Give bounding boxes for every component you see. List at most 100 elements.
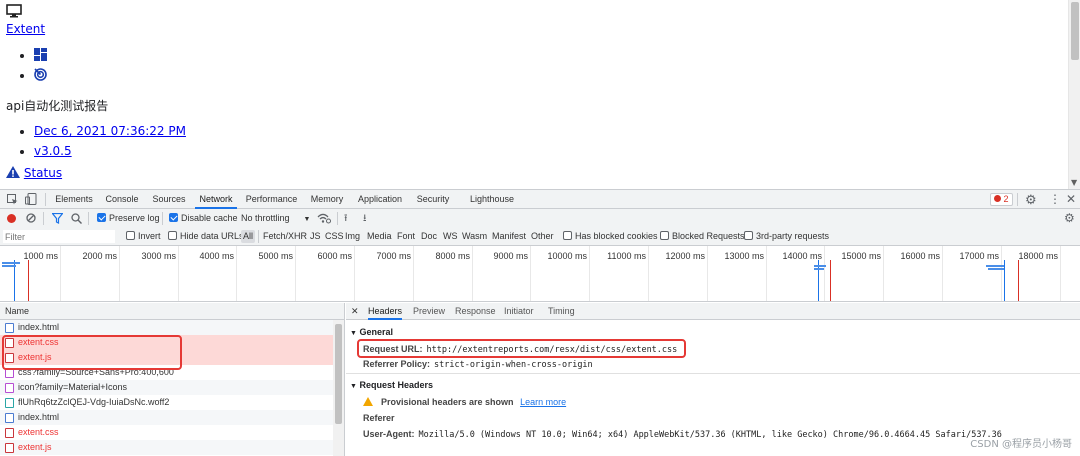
page-scroll-thumb[interactable] (1071, 2, 1079, 60)
page-scrollbar[interactable]: ▼ (1068, 0, 1080, 189)
tab-elements[interactable]: Elements (52, 190, 96, 209)
user-agent-value[interactable]: Mozilla/5.0 (Windows NT 10.0; Win64; x64… (419, 430, 1002, 440)
request-row[interactable]: icon?family=Material+Icons (0, 380, 344, 395)
details-tab-response[interactable]: Response (455, 303, 496, 320)
network-conditions-icon[interactable] (317, 213, 331, 224)
request-row[interactable]: flUhRq6tzZclQEJ-Vdg-IuiaDsNc.woff2 (0, 395, 344, 410)
search-icon[interactable] (71, 213, 82, 224)
request-url-value[interactable]: http://extentreports.com/resx/dist/css/e… (427, 345, 678, 355)
font-file-icon (5, 398, 14, 408)
request-name: index.html (18, 322, 60, 332)
learn-more-link[interactable]: Learn more (520, 397, 566, 407)
filter-type-ws[interactable]: WS (443, 227, 458, 246)
preserve-log-checkbox[interactable]: Preserve log (97, 209, 160, 228)
throttling-value: No throttling (241, 213, 290, 223)
preserve-log-check[interactable] (97, 213, 106, 222)
nav-item-radar[interactable] (34, 65, 47, 85)
invert-check[interactable] (126, 231, 135, 240)
filter-input[interactable] (3, 230, 115, 243)
tab-sources[interactable]: Sources (148, 190, 190, 209)
filter-type-css[interactable]: CSS (325, 227, 344, 246)
timeline-request-bar (814, 268, 824, 270)
request-list-header-name[interactable]: Name (0, 303, 344, 320)
third-party-checkbox[interactable]: 3rd-party requests (744, 227, 829, 246)
details-tab-headers[interactable]: Headers (368, 303, 403, 320)
filter-type-manifest[interactable]: Manifest (492, 227, 526, 246)
export-har-icon[interactable]: ⭳ (363, 209, 367, 228)
request-row[interactable]: index.html (0, 410, 344, 425)
more-options-icon[interactable]: ⋮ (1049, 190, 1061, 209)
nav-item-dashboard[interactable] (34, 45, 47, 65)
network-overview-timeline[interactable]: 1000 ms 2000 ms 3000 ms 4000 ms 5000 ms 6000 … (0, 246, 1080, 302)
dashboard-grid-icon[interactable] (34, 48, 47, 61)
filter-type-all[interactable]: All (241, 230, 256, 243)
invert-checkbox[interactable]: Invert (126, 227, 161, 246)
status-link[interactable]: Status (24, 166, 62, 180)
close-details-icon[interactable]: ✕ (351, 303, 359, 320)
tab-memory[interactable]: Memory (307, 190, 347, 209)
device-toolbar-icon[interactable] (25, 193, 37, 205)
third-party-check[interactable] (744, 231, 753, 240)
network-settings-gear-icon[interactable]: ⚙ (1064, 209, 1075, 228)
details-tab-preview[interactable]: Preview (413, 303, 445, 320)
request-row[interactable]: extent.css (0, 335, 344, 350)
request-list-scrollbar[interactable] (333, 320, 344, 456)
meta-item-date[interactable]: Dec 6, 2021 07:36:22 PM (34, 121, 186, 141)
error-badge[interactable]: 2 (990, 193, 1013, 206)
filter-type-other[interactable]: Other (531, 227, 554, 246)
details-tab-initiator[interactable]: Initiator (504, 303, 534, 320)
toolbar-divider (1017, 193, 1018, 206)
blocked-requests-checkbox[interactable]: Blocked Requests (660, 227, 745, 246)
hide-data-urls-check[interactable] (168, 231, 177, 240)
filter-type-js[interactable]: JS (310, 227, 321, 246)
tab-lighthouse[interactable]: Lighthouse (466, 190, 518, 209)
filter-type-wasm[interactable]: Wasm (462, 227, 487, 246)
meta-item-version[interactable]: v3.0.5 (34, 141, 186, 161)
has-blocked-cookies-checkbox[interactable]: Has blocked cookies (563, 227, 658, 246)
request-list-scroll-thumb[interactable] (335, 324, 342, 424)
timeline-label: 18000 ms (1018, 251, 1058, 261)
disable-cache-check[interactable] (169, 213, 178, 222)
filter-type-font[interactable]: Font (397, 227, 415, 246)
request-row[interactable]: css?family=Source+Sans+Pro:400,600 (0, 365, 344, 380)
record-icon[interactable] (7, 214, 16, 223)
request-row[interactable]: extent.css (0, 425, 344, 440)
tab-console[interactable]: Console (101, 190, 143, 209)
inspect-element-icon[interactable] (7, 194, 18, 205)
request-headers-section-toggle[interactable]: ▼ Request Headers (350, 380, 433, 390)
date-link[interactable]: Dec 6, 2021 07:36:22 PM (34, 124, 186, 138)
general-section-toggle[interactable]: ▼ General (350, 327, 393, 337)
request-url-row: Request URL: http://extentreports.com/res… (363, 344, 677, 355)
request-row[interactable]: extent.js (0, 350, 344, 365)
toolbar-divider (337, 212, 338, 225)
status-nav[interactable]: Status (6, 166, 62, 180)
radar-icon[interactable] (34, 68, 47, 81)
filter-type-img[interactable]: Img (345, 227, 360, 246)
has-blocked-cookies-check[interactable] (563, 231, 572, 240)
warning-icon (6, 166, 20, 178)
clear-icon[interactable] (26, 213, 36, 223)
scroll-down-arrow-icon[interactable]: ▼ (1071, 178, 1077, 187)
tab-network[interactable]: Network (195, 190, 237, 209)
import-har-icon[interactable]: ⭱ (344, 209, 348, 228)
hide-data-urls-label: Hide data URLs (180, 231, 244, 241)
details-tab-timing[interactable]: Timing (548, 303, 575, 320)
request-row[interactable]: extent.js (0, 440, 344, 455)
tab-performance[interactable]: Performance (243, 190, 300, 209)
disable-cache-checkbox[interactable]: Disable cache (169, 209, 238, 228)
throttling-select[interactable]: No throttling ▼ (241, 209, 310, 228)
hide-data-urls-checkbox[interactable]: Hide data URLs (168, 227, 244, 246)
blocked-requests-check[interactable] (660, 231, 669, 240)
filter-type-media[interactable]: Media (367, 227, 392, 246)
filter-funnel-icon[interactable] (52, 213, 63, 224)
filter-type-fetch-xhr[interactable]: Fetch/XHR (263, 227, 307, 246)
close-devtools-icon[interactable]: ✕ (1066, 190, 1076, 209)
settings-gear-icon[interactable]: ⚙ (1025, 191, 1037, 208)
referrer-policy-value[interactable]: strict-origin-when-cross-origin (434, 360, 593, 370)
version-link[interactable]: v3.0.5 (34, 144, 72, 158)
brand-link[interactable]: Extent (6, 22, 45, 36)
tab-application[interactable]: Application (355, 190, 405, 209)
request-row[interactable]: index.html (0, 320, 344, 335)
filter-type-doc[interactable]: Doc (421, 227, 437, 246)
tab-security[interactable]: Security (414, 190, 452, 209)
